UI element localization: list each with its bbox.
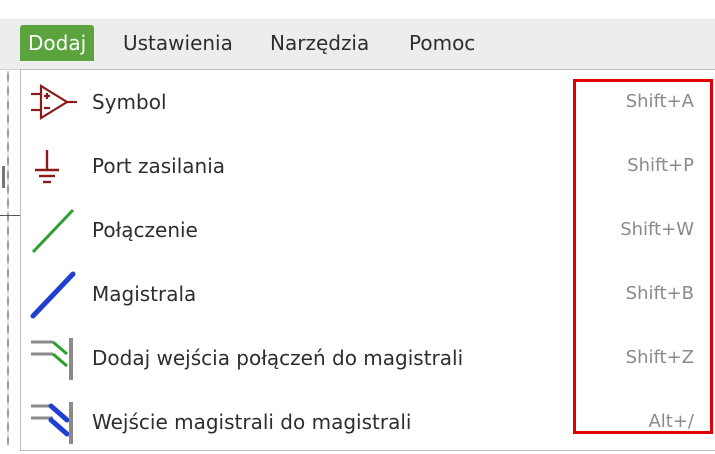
menu-item-label: Połączenie	[92, 218, 198, 242]
menu-item-shortcut: Alt+/	[648, 411, 694, 432]
menu-item-label: Port zasilania	[92, 154, 226, 178]
menu-bar: Dodaj Ustawienia Narzędzia Pomoc	[0, 19, 715, 70]
menu-item-shortcut: Shift+Z	[625, 347, 694, 368]
wire-icon	[31, 208, 75, 254]
canvas-grid-dots	[7, 70, 9, 445]
menu-item-label: Dodaj wejścia połączeń do magistrali	[92, 346, 464, 370]
schematic-canvas-edge[interactable]	[0, 70, 21, 445]
menu-item-symbol[interactable]: Symbol Shift+A	[21, 70, 714, 134]
menu-item-shortcut: Shift+P	[627, 155, 694, 176]
power-port-icon	[35, 150, 59, 184]
menu-item-label: Magistrala	[92, 282, 197, 306]
menu-item-shortcut: Shift+W	[620, 219, 694, 240]
menu-item-wire-to-bus-entry[interactable]: Dodaj wejścia połączeń do magistrali Shi…	[21, 326, 714, 390]
menu-item-shortcut: Shift+A	[625, 91, 694, 112]
menu-item-shortcut: Shift+B	[625, 283, 694, 304]
menu-narzedzia[interactable]: Narzędzia	[262, 25, 377, 61]
menu-item-label: Wejście magistrali do magistrali	[92, 410, 412, 434]
canvas-element-fragment	[2, 166, 5, 188]
dodaj-dropdown-menu: Symbol Shift+A Port zasilania Shift+P Po…	[20, 69, 715, 451]
symbol-icon	[31, 84, 77, 120]
menu-item-port-zasilania[interactable]: Port zasilania Shift+P	[21, 134, 714, 198]
menu-dodaj[interactable]: Dodaj	[20, 25, 95, 61]
bus-to-bus-entry-icon	[31, 402, 73, 444]
wire-to-bus-entry-icon	[31, 338, 73, 380]
bus-icon	[30, 271, 76, 319]
canvas-line-fragment	[0, 215, 20, 216]
menu-item-bus-to-bus-entry[interactable]: Wejście magistrali do magistrali Alt+/	[21, 390, 714, 454]
menu-item-polaczenie[interactable]: Połączenie Shift+W	[21, 198, 714, 262]
menu-pomoc[interactable]: Pomoc	[401, 25, 483, 61]
menu-ustawienia[interactable]: Ustawienia	[115, 25, 241, 61]
menu-item-magistrala[interactable]: Magistrala Shift+B	[21, 262, 714, 326]
menu-item-label: Symbol	[92, 90, 167, 114]
window-top-strip	[0, 0, 715, 19]
